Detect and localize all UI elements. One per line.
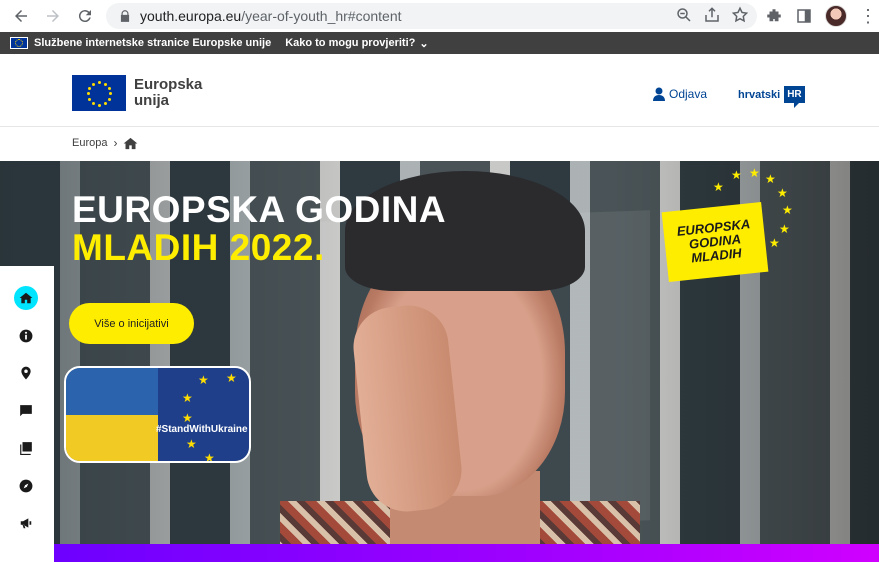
ukraine-flag (66, 368, 158, 461)
eu-flag-icon (72, 75, 126, 111)
year-of-youth-badge: EUROPSKA GODINA MLADIH ★ ★ ★ ★ ★ ★ ★ ★ (661, 167, 793, 283)
logo-line1: Europska (134, 76, 203, 93)
hero-title-line2: MLADIH 2022. (72, 227, 325, 268)
badge-star-icon: ★ (713, 180, 724, 194)
side-navigation (0, 266, 54, 562)
profile-avatar[interactable] (825, 5, 847, 27)
hero-title-line1: EUROPSKA GODINA (72, 189, 447, 230)
eu-official-bar: Službene internetske stranice Europske u… (0, 32, 879, 54)
language-code-badge: HR (784, 86, 805, 108)
breadcrumb-europa[interactable]: Europa (72, 137, 107, 149)
browser-menu-icon[interactable]: ⋮ (859, 7, 877, 25)
forward-arrow-icon[interactable] (40, 3, 66, 29)
language-selector[interactable]: hrvatski HR (738, 86, 805, 108)
language-label: hrvatski (738, 88, 781, 101)
nav-home-icon[interactable] (14, 286, 38, 310)
nav-chat-icon[interactable] (14, 399, 38, 423)
eu-mini-flag-icon (10, 37, 28, 49)
site-header: Europska unija Odjava hrvatski HR (0, 54, 879, 127)
bottom-gradient-bar (54, 544, 879, 562)
extensions-puzzle-icon[interactable] (765, 7, 783, 25)
badge-star-icon: ★ (731, 168, 742, 182)
logo-line2: unija (134, 92, 170, 109)
url-host: youth.europa.eu (140, 8, 242, 24)
hero-title: EUROPSKA GODINA MLADIH 2022. (72, 191, 446, 267)
badge-star-icon: ★ (779, 222, 790, 236)
back-arrow-icon[interactable] (8, 3, 34, 29)
side-panel-icon[interactable] (795, 7, 813, 25)
nav-megaphone-icon[interactable] (14, 511, 38, 535)
badge-star-icon: ★ (765, 172, 776, 186)
nav-compass-icon[interactable] (14, 474, 38, 498)
reload-icon[interactable] (72, 3, 98, 29)
badge-star-icon: ★ (749, 166, 760, 180)
badge-star-icon: ★ (777, 186, 788, 200)
zoom-icon[interactable] (675, 6, 693, 24)
stand-with-ukraine-tag: #StandWithUkraine (156, 424, 248, 435)
nav-info-icon[interactable] (14, 324, 38, 348)
badge-text: EUROPSKA GODINA MLADIH (661, 201, 769, 283)
how-to-check-link[interactable]: Kako to mogu provjeriti? ⌄ (285, 37, 428, 50)
nav-library-icon[interactable] (14, 436, 38, 460)
official-site-text: Službene internetske stranice Europske u… (34, 37, 272, 49)
address-bar[interactable]: youth.europa.eu/year-of-youth_hr#content (106, 3, 757, 29)
how-to-check-label: Kako to mogu provjeriti? (285, 37, 416, 49)
bookmark-star-icon[interactable] (731, 6, 749, 24)
stand-with-ukraine-card[interactable]: ★ ★ ★ ★ ★ ★ #StandWithUkraine (64, 366, 251, 463)
browser-toolbar: youth.europa.eu/year-of-youth_hr#content… (0, 0, 879, 32)
breadcrumb-separator-icon: › (113, 136, 118, 150)
nav-location-icon[interactable] (14, 361, 38, 385)
hero-banner: EUROPSKA GODINA MLADIH 2022. Više o inic… (0, 161, 879, 544)
share-icon[interactable] (703, 6, 721, 24)
url-path: /year-of-youth_hr#content (241, 8, 402, 24)
lock-icon[interactable] (118, 9, 132, 23)
eu-flag-image: ★ ★ ★ ★ ★ ★ (158, 368, 249, 461)
more-about-initiative-button[interactable]: Više o inicijativi (69, 303, 194, 344)
home-icon[interactable] (123, 137, 138, 150)
badge-star-icon: ★ (769, 236, 780, 250)
badge-star-icon: ★ (782, 203, 793, 217)
user-icon (653, 87, 665, 101)
chevron-down-icon: ⌄ (419, 37, 429, 50)
breadcrumb: Europa › (72, 136, 138, 150)
eu-logo-text: Europska unija (134, 77, 202, 109)
eu-logo[interactable]: Europska unija (72, 75, 202, 111)
url-text[interactable]: youth.europa.eu/year-of-youth_hr#content (140, 8, 402, 24)
logout-link[interactable]: Odjava (653, 87, 707, 101)
logout-label: Odjava (669, 87, 708, 101)
